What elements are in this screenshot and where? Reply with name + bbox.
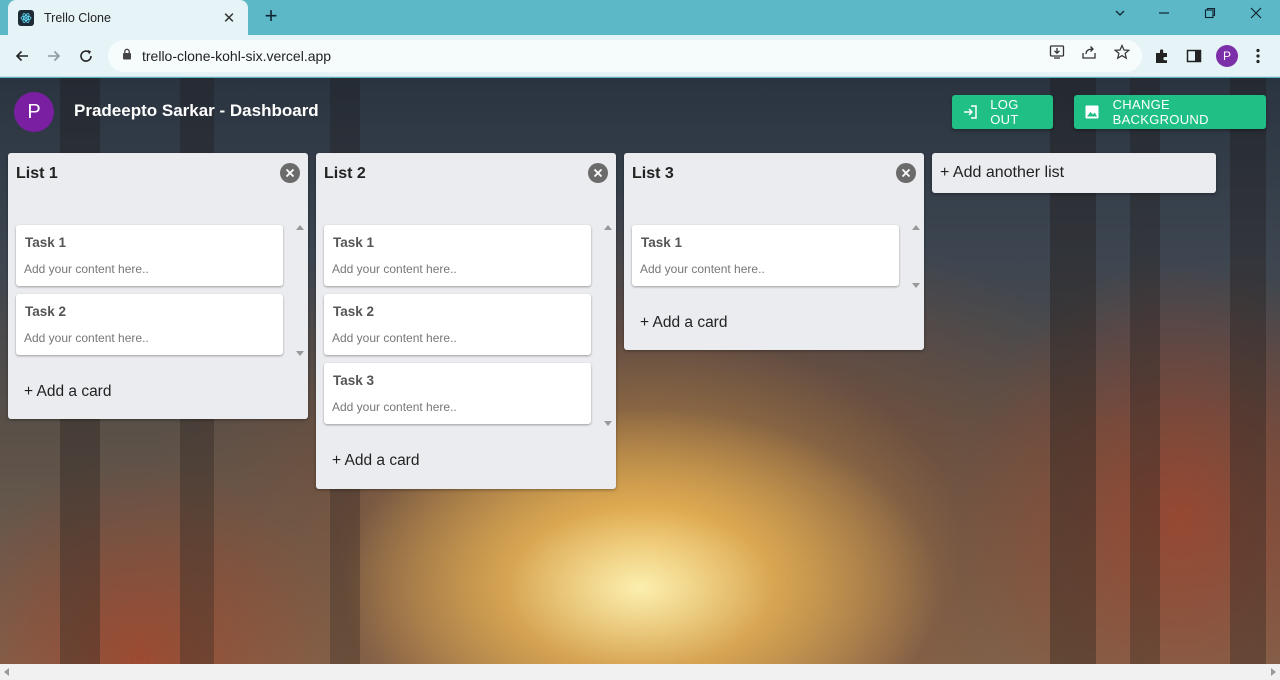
browser-tab[interactable]: Trello Clone ✕ xyxy=(8,0,248,35)
list-column: List 2 Task 1 Add your content here.. Ta… xyxy=(316,153,616,489)
card-list: Task 1 Add your content here.. Task 2 Ad… xyxy=(16,225,283,363)
minimize-window-icon[interactable] xyxy=(1152,6,1176,26)
logout-label: LOG OUT xyxy=(990,97,1019,127)
card-title[interactable]: Task 2 xyxy=(333,304,374,319)
add-card-button[interactable]: + Add a card xyxy=(640,314,727,332)
url-text: trello-clone-kohl-six.vercel.app xyxy=(142,48,332,64)
scroll-down-arrow-icon[interactable] xyxy=(912,283,920,288)
logout-button[interactable]: LOG OUT xyxy=(952,95,1053,129)
restore-window-icon[interactable] xyxy=(1198,6,1222,26)
card-title[interactable]: Task 1 xyxy=(333,235,374,250)
card-scrollbar[interactable] xyxy=(910,219,922,291)
scroll-down-arrow-icon[interactable] xyxy=(604,421,612,426)
card-content[interactable]: Add your content here.. xyxy=(24,331,149,345)
delete-list-icon[interactable] xyxy=(588,163,608,183)
change-background-button[interactable]: CHANGE BACKGROUND xyxy=(1074,95,1266,129)
card-title[interactable]: Task 2 xyxy=(25,304,66,319)
card-content[interactable]: Add your content here.. xyxy=(332,262,457,276)
task-card[interactable]: Task 2 Add your content here.. xyxy=(324,294,591,355)
logout-icon xyxy=(962,103,978,121)
card-scrollbar[interactable] xyxy=(602,219,614,429)
delete-list-icon[interactable] xyxy=(896,163,916,183)
card-content[interactable]: Add your content here.. xyxy=(332,400,457,414)
card-content[interactable]: Add your content here.. xyxy=(332,331,457,345)
add-list-label: + Add another list xyxy=(940,164,1065,181)
user-avatar[interactable]: P xyxy=(14,92,54,132)
add-card-button[interactable]: + Add a card xyxy=(24,383,111,401)
card-content[interactable]: Add your content here.. xyxy=(640,262,765,276)
board-background: P Pradeepto Sarkar - Dashboard LOG OUT C… xyxy=(0,78,1280,664)
scroll-left-arrow-icon[interactable] xyxy=(4,668,9,676)
delete-list-icon[interactable] xyxy=(280,163,300,183)
card-content[interactable]: Add your content here.. xyxy=(24,262,149,276)
tab-title: Trello Clone xyxy=(44,10,111,25)
card-title[interactable]: Task 3 xyxy=(333,373,374,388)
card-list: Task 1 Add your content here.. Task 2 Ad… xyxy=(324,225,591,432)
tab-close-icon[interactable]: ✕ xyxy=(220,9,238,27)
tab-search-chevron-icon[interactable] xyxy=(1108,6,1132,26)
add-card-button[interactable]: + Add a card xyxy=(332,452,419,470)
task-card[interactable]: Task 3 Add your content here.. xyxy=(324,363,591,424)
browser-menu-kebab-icon[interactable] xyxy=(1248,46,1268,66)
add-list-button[interactable]: + Add another list xyxy=(932,153,1216,193)
install-app-icon[interactable] xyxy=(1048,43,1066,61)
scroll-down-arrow-icon[interactable] xyxy=(296,351,304,356)
list-title[interactable]: List 2 xyxy=(324,165,366,183)
change-background-label: CHANGE BACKGROUND xyxy=(1112,97,1209,127)
card-title[interactable]: Task 1 xyxy=(641,235,682,250)
lock-icon xyxy=(122,47,132,65)
background-tree xyxy=(1230,78,1266,664)
task-card[interactable]: Task 2 Add your content here.. xyxy=(16,294,283,355)
page-title: Pradeepto Sarkar - Dashboard xyxy=(74,101,319,120)
task-card[interactable]: Task 1 Add your content here.. xyxy=(16,225,283,286)
list-column: List 3 Task 1 Add your content here.. + … xyxy=(624,153,924,350)
browser-toolbar: trello-clone-kohl-six.vercel.app P xyxy=(0,35,1280,77)
image-icon xyxy=(1084,103,1101,121)
side-panel-icon[interactable] xyxy=(1184,46,1204,66)
forward-arrow-icon[interactable] xyxy=(42,44,66,68)
scroll-right-arrow-icon[interactable] xyxy=(1271,668,1276,676)
react-favicon-icon xyxy=(18,9,34,26)
browser-profile-avatar[interactable]: P xyxy=(1216,45,1238,67)
close-window-icon[interactable] xyxy=(1244,6,1268,26)
scroll-up-arrow-icon[interactable] xyxy=(912,225,920,230)
address-bar[interactable]: trello-clone-kohl-six.vercel.app xyxy=(108,40,1142,72)
task-card[interactable]: Task 1 Add your content here.. xyxy=(632,225,899,286)
list-title[interactable]: List 1 xyxy=(16,165,58,183)
bookmark-star-icon[interactable] xyxy=(1113,43,1131,61)
browser-tab-strip: Trello Clone ✕ + xyxy=(0,0,1280,35)
horizontal-scrollbar[interactable] xyxy=(0,664,1280,680)
reload-icon[interactable] xyxy=(74,44,98,68)
scroll-up-arrow-icon[interactable] xyxy=(296,225,304,230)
card-list: Task 1 Add your content here.. xyxy=(632,225,899,294)
scroll-up-arrow-icon[interactable] xyxy=(604,225,612,230)
card-scrollbar[interactable] xyxy=(294,219,306,359)
card-title[interactable]: Task 1 xyxy=(25,235,66,250)
new-tab-button[interactable]: + xyxy=(260,5,282,28)
dashboard-header: P Pradeepto Sarkar - Dashboard LOG OUT C… xyxy=(0,78,1280,144)
back-arrow-icon[interactable] xyxy=(10,44,34,68)
extensions-puzzle-icon[interactable] xyxy=(1152,46,1172,66)
list-column: List 1 Task 1 Add your content here.. Ta… xyxy=(8,153,308,419)
list-title[interactable]: List 3 xyxy=(632,165,674,183)
task-card[interactable]: Task 1 Add your content here.. xyxy=(324,225,591,286)
share-icon[interactable] xyxy=(1080,43,1098,61)
